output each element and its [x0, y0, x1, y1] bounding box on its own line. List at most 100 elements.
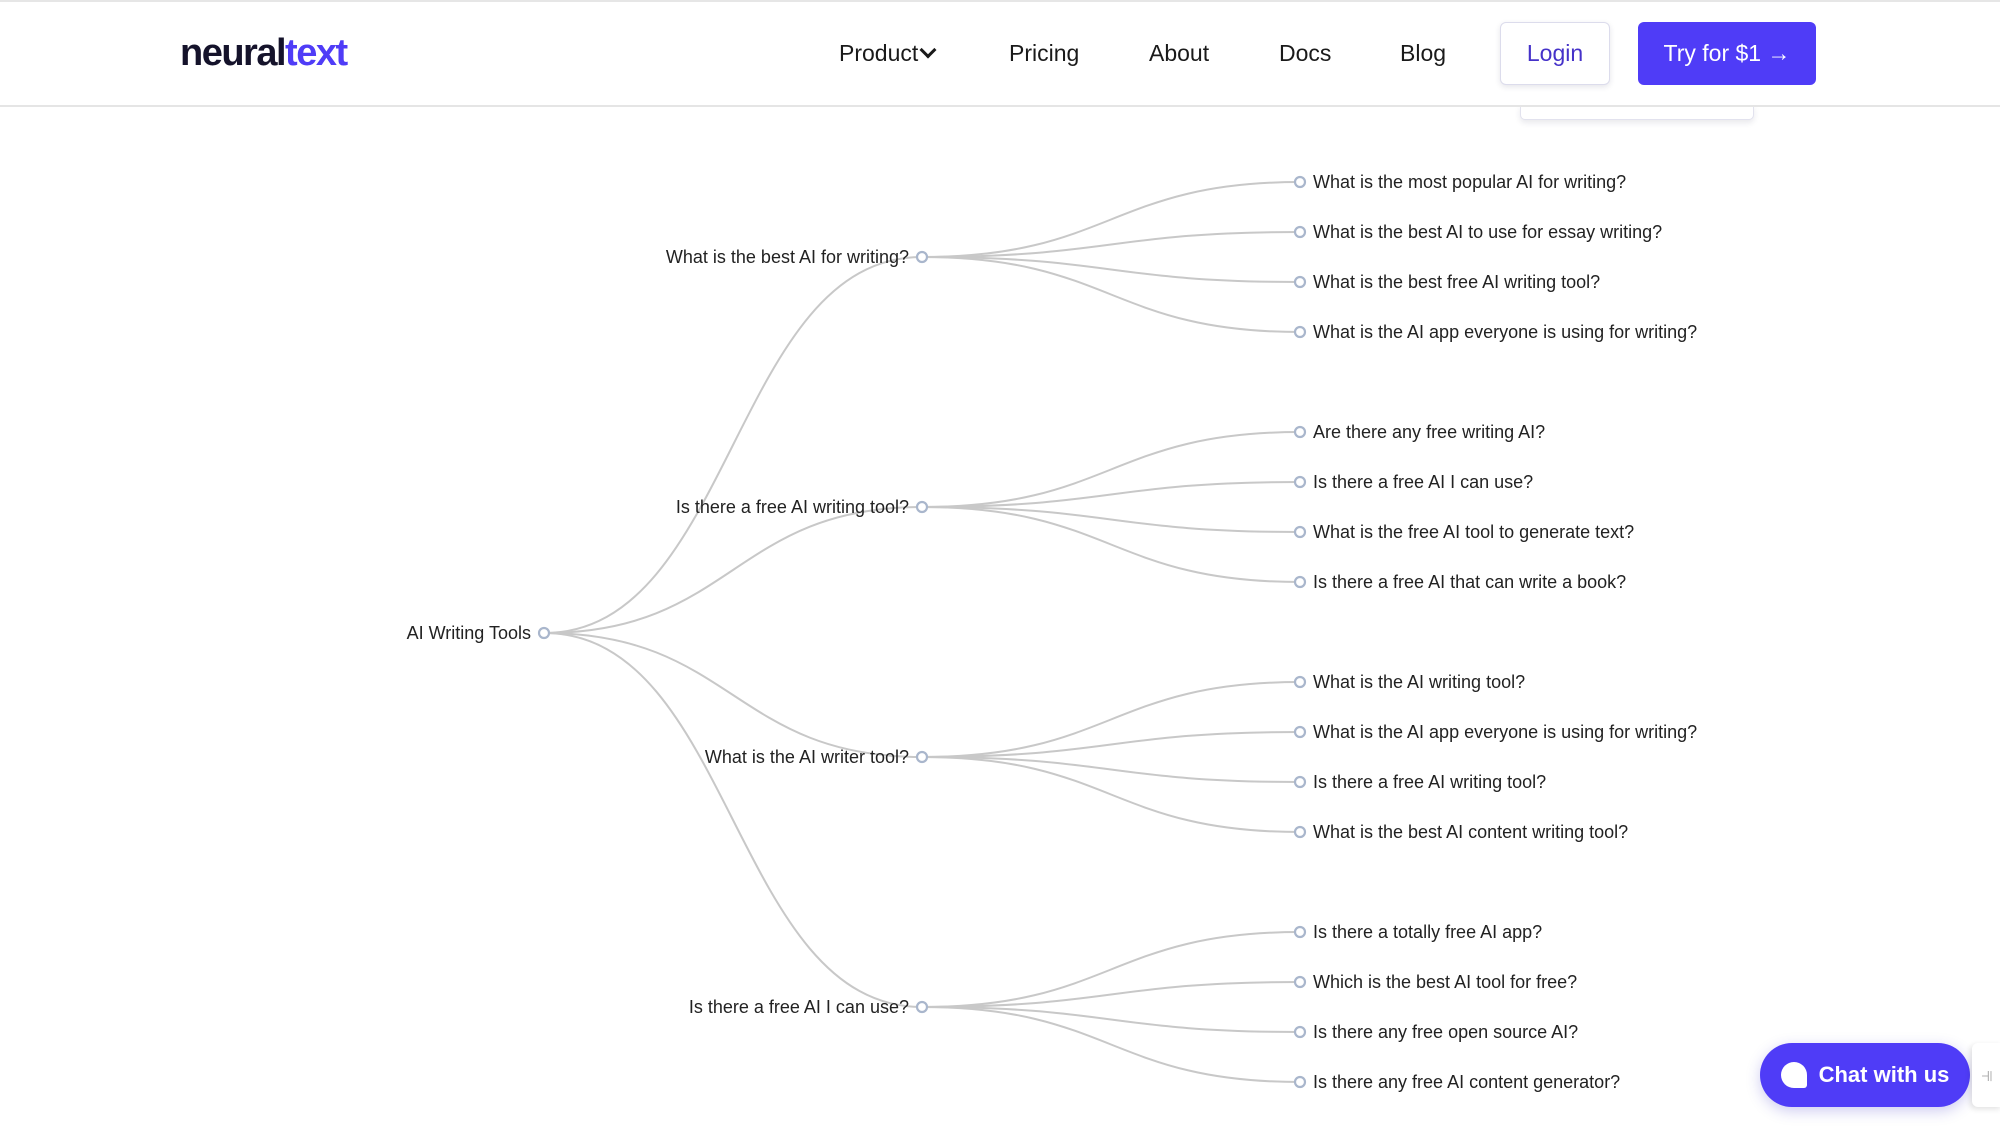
node-circle[interactable] [1293, 1025, 1307, 1039]
node-circle[interactable] [915, 750, 929, 764]
leaf-node[interactable]: What is the best AI to use for essay wri… [1293, 222, 1662, 242]
node-label: What is the best free AI writing tool? [1313, 272, 1600, 292]
node-circle[interactable] [1293, 575, 1307, 589]
chat-label: Chat with us [1818, 1062, 1950, 1087]
link-branch-leaf [921, 181, 1301, 258]
link-branch-leaf [921, 506, 1301, 533]
link-root-branch [543, 506, 923, 634]
link-branch-leaf [921, 231, 1301, 258]
node-label: Are there any free writing AI? [1313, 422, 1545, 442]
leaf-node[interactable]: What is the AI writing tool? [1293, 672, 1525, 692]
leaf-node[interactable]: What is the best free AI writing tool? [1293, 272, 1600, 292]
node-label: Which is the best AI tool for free? [1313, 972, 1577, 992]
node-circle[interactable] [1293, 325, 1307, 339]
question-tree: AI Writing Tools What is the best AI for … [407, 172, 1698, 1092]
leaf-node[interactable]: Is there a free AI writing tool? [1293, 772, 1546, 792]
node-circle[interactable] [1293, 725, 1307, 739]
branch-node[interactable]: What is the AI writer tool? [705, 747, 929, 767]
link-branch-leaf [921, 756, 1301, 783]
node-circle[interactable] [1293, 225, 1307, 239]
leaf-node[interactable]: Are there any free writing AI? [1293, 422, 1545, 442]
node-circle[interactable] [537, 626, 551, 640]
node-label: Is there a free AI writing tool? [1313, 772, 1546, 792]
tree-links [543, 181, 1301, 1083]
link-root-branch [543, 632, 923, 758]
root-node[interactable]: AI Writing Tools [407, 623, 551, 643]
nav-about[interactable]: About [1149, 40, 1209, 67]
nav-product-label: Product [839, 40, 919, 66]
link-branch-leaf [921, 431, 1301, 508]
node-circle[interactable] [915, 1000, 929, 1014]
node-label: What is the AI writing tool? [1313, 672, 1525, 692]
node-circle[interactable] [1293, 975, 1307, 989]
node-circle[interactable] [1293, 525, 1307, 539]
node-circle[interactable] [1293, 425, 1307, 439]
leaf-node[interactable]: What is the most popular AI for writing? [1293, 172, 1626, 192]
link-branch-leaf [921, 981, 1301, 1008]
node-label: Is there a free AI writing tool? [676, 497, 909, 517]
link-branch-leaf [921, 731, 1301, 758]
leaf-node[interactable]: What is the best AI content writing tool… [1293, 822, 1628, 842]
link-root-branch [543, 256, 923, 634]
chat-bubble-icon [1780, 1062, 1807, 1088]
logo[interactable]: neuraltext [180, 32, 348, 75]
node-label: Is there a free AI I can use? [1313, 472, 1533, 492]
tree-nodes: AI Writing Tools What is the best AI for … [407, 172, 1698, 1092]
leaf-node[interactable]: What is the AI app everyone is using for… [1293, 722, 1697, 742]
leaf-node[interactable]: Is there any free AI content generator? [1293, 1072, 1620, 1092]
leaf-node[interactable]: Is there any free open source AI? [1293, 1022, 1578, 1042]
leaf-node[interactable]: Which is the best AI tool for free? [1293, 972, 1577, 992]
node-circle[interactable] [915, 500, 929, 514]
nav-product[interactable]: Product [839, 40, 937, 67]
link-branch-leaf [921, 681, 1301, 758]
node-label: AI Writing Tools [407, 623, 531, 643]
branch-node[interactable]: What is the best AI for writing? [666, 247, 929, 267]
node-circle[interactable] [1293, 475, 1307, 489]
node-label: What is the AI app everyone is using for… [1313, 722, 1697, 742]
node-label: What is the best AI content writing tool… [1313, 822, 1628, 842]
node-circle[interactable] [915, 250, 929, 264]
node-circle[interactable] [1293, 825, 1307, 839]
leaf-node[interactable]: What is the AI app everyone is using for… [1293, 322, 1697, 342]
leaf-node[interactable]: Is there a totally free AI app? [1293, 922, 1542, 942]
chat-with-us-button[interactable]: Chat with us [1760, 1043, 1970, 1107]
link-branch-leaf [921, 481, 1301, 508]
widget-icon[interactable]: ⫣ [1972, 1043, 2000, 1107]
leaf-node[interactable]: Is there a free AI I can use? [1293, 472, 1533, 492]
branch-node[interactable]: Is there a free AI writing tool? [676, 497, 929, 517]
node-circle[interactable] [1293, 175, 1307, 189]
chevron-down-icon [919, 41, 937, 59]
node-circle[interactable] [1293, 1075, 1307, 1089]
node-label: Is there a totally free AI app? [1313, 922, 1542, 942]
leaf-node[interactable]: Is there a free AI that can write a book… [1293, 572, 1626, 592]
node-label: What is the AI writer tool? [705, 747, 909, 767]
node-label: What is the best AI for writing? [666, 247, 909, 267]
link-root-branch [543, 632, 923, 1008]
branch-node[interactable]: Is there a free AI I can use? [689, 997, 929, 1017]
nav-docs[interactable]: Docs [1279, 40, 1331, 67]
node-label: What is the most popular AI for writing? [1313, 172, 1626, 192]
nav-pricing[interactable]: Pricing [1009, 40, 1079, 67]
try-for-1-button[interactable]: Try for $1 → [1638, 22, 1816, 85]
nav-blog[interactable]: Blog [1400, 40, 1446, 67]
node-circle[interactable] [1293, 925, 1307, 939]
node-label: Is there a free AI I can use? [689, 997, 909, 1017]
link-branch-leaf [921, 1006, 1301, 1083]
navbar: neuraltext Product Pricing About Docs Bl… [0, 2, 2000, 107]
node-label: What is the AI app everyone is using for… [1313, 322, 1697, 342]
node-circle[interactable] [1293, 275, 1307, 289]
node-circle[interactable] [1293, 775, 1307, 789]
node-label: Is there any free AI content generator? [1313, 1072, 1620, 1092]
login-button[interactable]: Login [1500, 22, 1610, 85]
node-circle[interactable] [1293, 675, 1307, 689]
node-label: What is the best AI to use for essay wri… [1313, 222, 1662, 242]
node-label: What is the free AI tool to generate tex… [1313, 522, 1634, 542]
node-label: Is there any free open source AI? [1313, 1022, 1578, 1042]
leaf-node[interactable]: What is the free AI tool to generate tex… [1293, 522, 1634, 542]
link-branch-leaf [921, 756, 1301, 833]
link-branch-leaf [921, 506, 1301, 583]
link-branch-leaf [921, 256, 1301, 333]
link-branch-leaf [921, 931, 1301, 1008]
link-branch-leaf [921, 1006, 1301, 1033]
link-branch-leaf [921, 256, 1301, 283]
